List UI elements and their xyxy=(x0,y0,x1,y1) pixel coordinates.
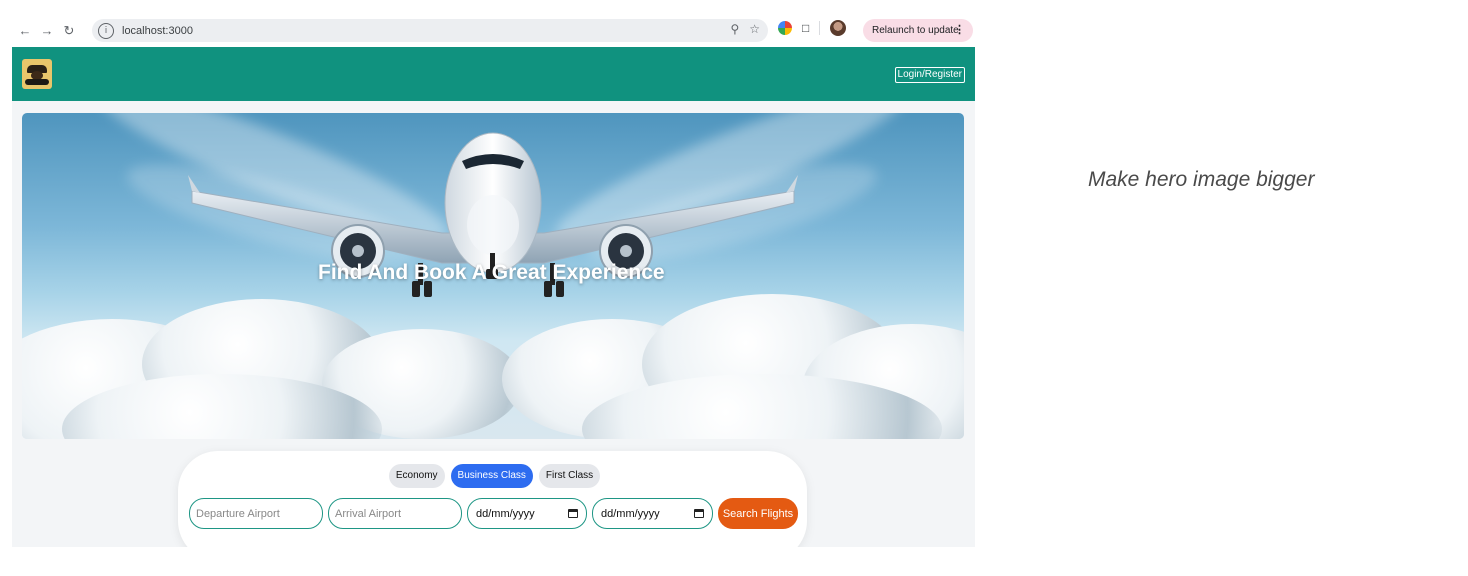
zoom-icon[interactable]: ⚲ xyxy=(730,22,739,36)
tab-business-class[interactable]: Business Class xyxy=(450,464,533,488)
site-info-icon[interactable]: i xyxy=(98,22,114,39)
departure-placeholder: Departure Airport xyxy=(196,507,280,520)
app-header: Login/Register xyxy=(12,47,975,101)
flight-search-card: Economy Business Class First Class Depar… xyxy=(178,451,807,547)
reload-icon[interactable]: ↻ xyxy=(58,20,80,42)
arrival-airport-input[interactable]: Arrival Airport xyxy=(328,498,462,529)
address-bar[interactable]: i localhost:3000 ⚲ ☆ xyxy=(92,19,768,42)
departure-airport-input[interactable]: Departure Airport xyxy=(189,498,323,529)
bookmark-star-icon[interactable]: ☆ xyxy=(749,22,760,36)
search-flights-button[interactable]: Search Flights xyxy=(718,498,798,529)
back-icon[interactable]: ← xyxy=(14,20,36,42)
profile-avatar[interactable] xyxy=(830,20,847,36)
app-logo[interactable] xyxy=(22,59,52,89)
more-menu-icon: ⋮ xyxy=(954,24,965,36)
extension-icon[interactable] xyxy=(778,21,792,35)
toolbar-divider xyxy=(819,21,821,35)
calendar-icon[interactable] xyxy=(694,509,704,518)
relaunch-button[interactable]: Relaunch to update ⋮ xyxy=(863,19,973,42)
relaunch-label: Relaunch to update xyxy=(872,25,959,36)
departure-date-text: dd/mm/yyyy xyxy=(476,507,535,520)
browser-window: ← → ↻ i localhost:3000 ⚲ ☆ □ Relaunch to… xyxy=(12,14,975,547)
forward-icon[interactable]: → xyxy=(36,20,58,42)
url-text: localhost:3000 xyxy=(122,24,193,37)
tab-first-class[interactable]: First Class xyxy=(538,464,601,488)
browser-toolbar: ← → ↻ i localhost:3000 ⚲ ☆ □ Relaunch to… xyxy=(12,14,975,47)
page-body: Find And Book A Great Experience Economy… xyxy=(12,101,975,547)
search-fields: Departure Airport Arrival Airport dd/mm/… xyxy=(189,498,798,529)
tab-economy[interactable]: Economy xyxy=(388,464,445,488)
login-register-button[interactable]: Login/Register xyxy=(894,67,965,83)
calendar-icon[interactable] xyxy=(568,509,578,518)
hero-image: Find And Book A Great Experience xyxy=(22,113,964,439)
annotation-note: Make hero image bigger xyxy=(1088,168,1315,191)
extensions-puzzle-icon[interactable]: □ xyxy=(802,21,809,35)
return-date-input[interactable]: dd/mm/yyyy xyxy=(592,498,713,529)
class-tabs: Economy Business Class First Class xyxy=(178,464,807,488)
departure-date-input[interactable]: dd/mm/yyyy xyxy=(467,498,587,529)
arrival-placeholder: Arrival Airport xyxy=(335,507,402,520)
return-date-text: dd/mm/yyyy xyxy=(601,507,660,520)
hero-title: Find And Book A Great Experience xyxy=(318,261,665,284)
